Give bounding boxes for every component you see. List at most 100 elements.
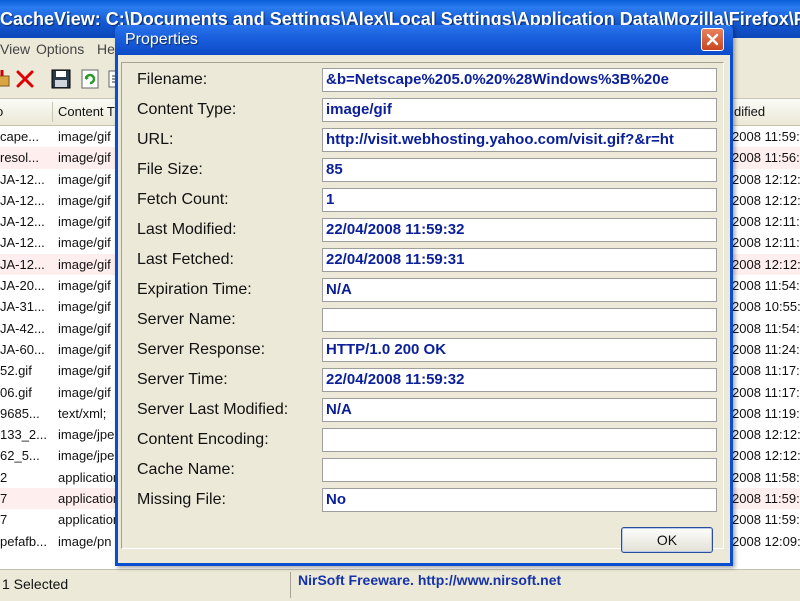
field-value[interactable] xyxy=(322,308,717,332)
properties-form: Filename: &b=Netscape%205.0%20%28Windows%… xyxy=(121,62,724,549)
row-last-modified: 2008 11:59: xyxy=(732,129,800,144)
field-value[interactable]: N/A xyxy=(322,278,717,302)
row-filename: 133_2... xyxy=(0,427,47,443)
row-filename: resol... xyxy=(0,150,40,166)
row-last-modified: 2008 12:11: xyxy=(732,235,800,251)
row-last-modified: 2008 12:11: xyxy=(732,214,800,230)
row-last-modified: 2008 12:12: xyxy=(732,171,800,187)
field-value[interactable]: 85 xyxy=(322,158,717,182)
status-selected-count: 1 Selected xyxy=(2,576,69,592)
row-filename: JA-12... xyxy=(0,192,45,208)
row-last-modified: 2008 11:59: xyxy=(732,512,800,528)
field-value[interactable]: HTTP/1.0 200 OK xyxy=(322,338,717,362)
field-value[interactable] xyxy=(322,428,717,452)
field-value[interactable]: 22/04/2008 11:59:32 xyxy=(322,368,717,392)
field-value[interactable]: 1 xyxy=(322,188,717,212)
row-content-type: image/gif xyxy=(58,171,111,187)
ok-button[interactable]: OK xyxy=(621,527,713,553)
field-value[interactable]: No xyxy=(322,488,717,512)
status-bar: 1 Selected NirSoft Freeware. http://www.… xyxy=(0,569,800,601)
row-last-modified: 2008 12:12: xyxy=(732,448,800,464)
row-content-type: image/gif xyxy=(58,299,111,315)
row-content-type: image/gif xyxy=(58,129,111,144)
row-filename: pefafb... xyxy=(0,533,47,549)
field-label: URL: xyxy=(137,131,174,148)
column-header-filename[interactable]: o xyxy=(0,104,3,119)
row-content-type: application xyxy=(58,469,118,485)
row-content-type: image/gif xyxy=(58,214,111,230)
field-label: Last Fetched: xyxy=(137,251,234,268)
field-label: Expiration Time: xyxy=(137,281,252,298)
field-label: Last Modified: xyxy=(137,221,237,238)
row-last-modified: 2008 11:54: xyxy=(732,278,800,294)
field-label: Missing File: xyxy=(137,491,226,508)
field-label: Server Last Modified: xyxy=(137,401,289,418)
row-content-type: image/pn xyxy=(58,533,112,549)
row-last-modified: 2008 11:54: xyxy=(732,320,800,336)
row-filename: JA-12... xyxy=(0,171,45,187)
row-filename: JA-12... xyxy=(0,214,45,230)
menu-help[interactable]: He xyxy=(97,41,115,57)
row-last-modified: 2008 12:12: xyxy=(732,427,800,443)
row-last-modified: 2008 10:55: xyxy=(732,299,800,315)
row-content-type: image/gif xyxy=(58,192,111,208)
field-label: Server Time: xyxy=(137,371,228,388)
properties-dialog: Properties Filename: &b=Netscape%205.0%20… xyxy=(115,25,733,566)
field-value[interactable]: http://visit.webhosting.yahoo.com/visit.… xyxy=(322,128,717,152)
row-last-modified: 2008 11:59: xyxy=(732,491,800,507)
row-filename: 7 xyxy=(0,512,8,528)
row-content-type: application xyxy=(58,491,118,507)
field-value[interactable]: &b=Netscape%205.0%20%28Windows%3B%20e xyxy=(322,68,717,92)
row-content-type: image/gif xyxy=(58,150,111,166)
row-filename: JA-12... xyxy=(0,235,45,251)
row-filename: 2 xyxy=(0,469,8,485)
refresh-icon[interactable] xyxy=(79,68,101,90)
menu-view[interactable]: View xyxy=(0,41,30,57)
dialog-title-bar[interactable]: Properties xyxy=(115,25,733,55)
floppy-icon[interactable] xyxy=(50,68,72,90)
row-filename: JA-12... xyxy=(0,256,45,272)
field-label: Content Encoding: xyxy=(137,431,269,448)
field-label: Server Response: xyxy=(137,341,266,358)
row-content-type: image/gif xyxy=(58,384,111,400)
row-filename: 52.gif xyxy=(0,363,32,379)
row-last-modified: 2008 11:56: xyxy=(732,150,800,166)
row-filename: cape... xyxy=(0,129,40,144)
field-label: File Size: xyxy=(137,161,203,178)
close-button[interactable] xyxy=(701,28,724,51)
menu-options[interactable]: Options xyxy=(36,41,84,57)
row-content-type: image/gif xyxy=(58,363,111,379)
column-header-last-modified[interactable]: dified xyxy=(734,104,765,119)
field-value[interactable]: N/A xyxy=(322,398,717,422)
field-value[interactable]: 22/04/2008 11:59:31 xyxy=(322,248,717,272)
field-value[interactable]: image/gif xyxy=(322,98,717,122)
row-last-modified: 2008 11:17: xyxy=(732,363,800,379)
row-filename: 62_5... xyxy=(0,448,40,464)
column-header-content-type[interactable]: Content T xyxy=(58,104,115,119)
field-label: Server Name: xyxy=(137,311,236,328)
delete-icon[interactable] xyxy=(14,68,36,90)
field-label: Filename: xyxy=(137,71,208,88)
row-last-modified: 2008 11:58: xyxy=(732,469,800,485)
row-content-type: image/gif xyxy=(58,341,111,357)
row-filename: JA-31... xyxy=(0,299,45,315)
row-content-type: image/gif xyxy=(58,278,111,294)
row-content-type: image/gif xyxy=(58,235,111,251)
save-icon[interactable] xyxy=(0,68,14,90)
dialog-title: Properties xyxy=(125,31,198,48)
row-content-type: image/jpe xyxy=(58,427,115,443)
row-content-type: image/jpe xyxy=(58,448,115,464)
field-value[interactable]: 22/04/2008 11:59:32 xyxy=(322,218,717,242)
row-last-modified: 2008 11:17: xyxy=(732,384,800,400)
field-label: Fetch Count: xyxy=(137,191,229,208)
row-filename: JA-60... xyxy=(0,341,45,357)
field-value[interactable] xyxy=(322,458,717,482)
row-content-type: image/gif xyxy=(58,320,111,336)
row-last-modified: 2008 12:12: xyxy=(732,192,800,208)
close-icon xyxy=(706,33,719,46)
status-credit-link[interactable]: NirSoft Freeware. http://www.nirsoft.net xyxy=(298,572,561,588)
row-filename: JA-20... xyxy=(0,278,45,294)
row-filename: JA-42... xyxy=(0,320,45,336)
row-last-modified: 2008 12:12: xyxy=(732,256,800,272)
row-last-modified: 2008 12:09: xyxy=(732,533,800,549)
